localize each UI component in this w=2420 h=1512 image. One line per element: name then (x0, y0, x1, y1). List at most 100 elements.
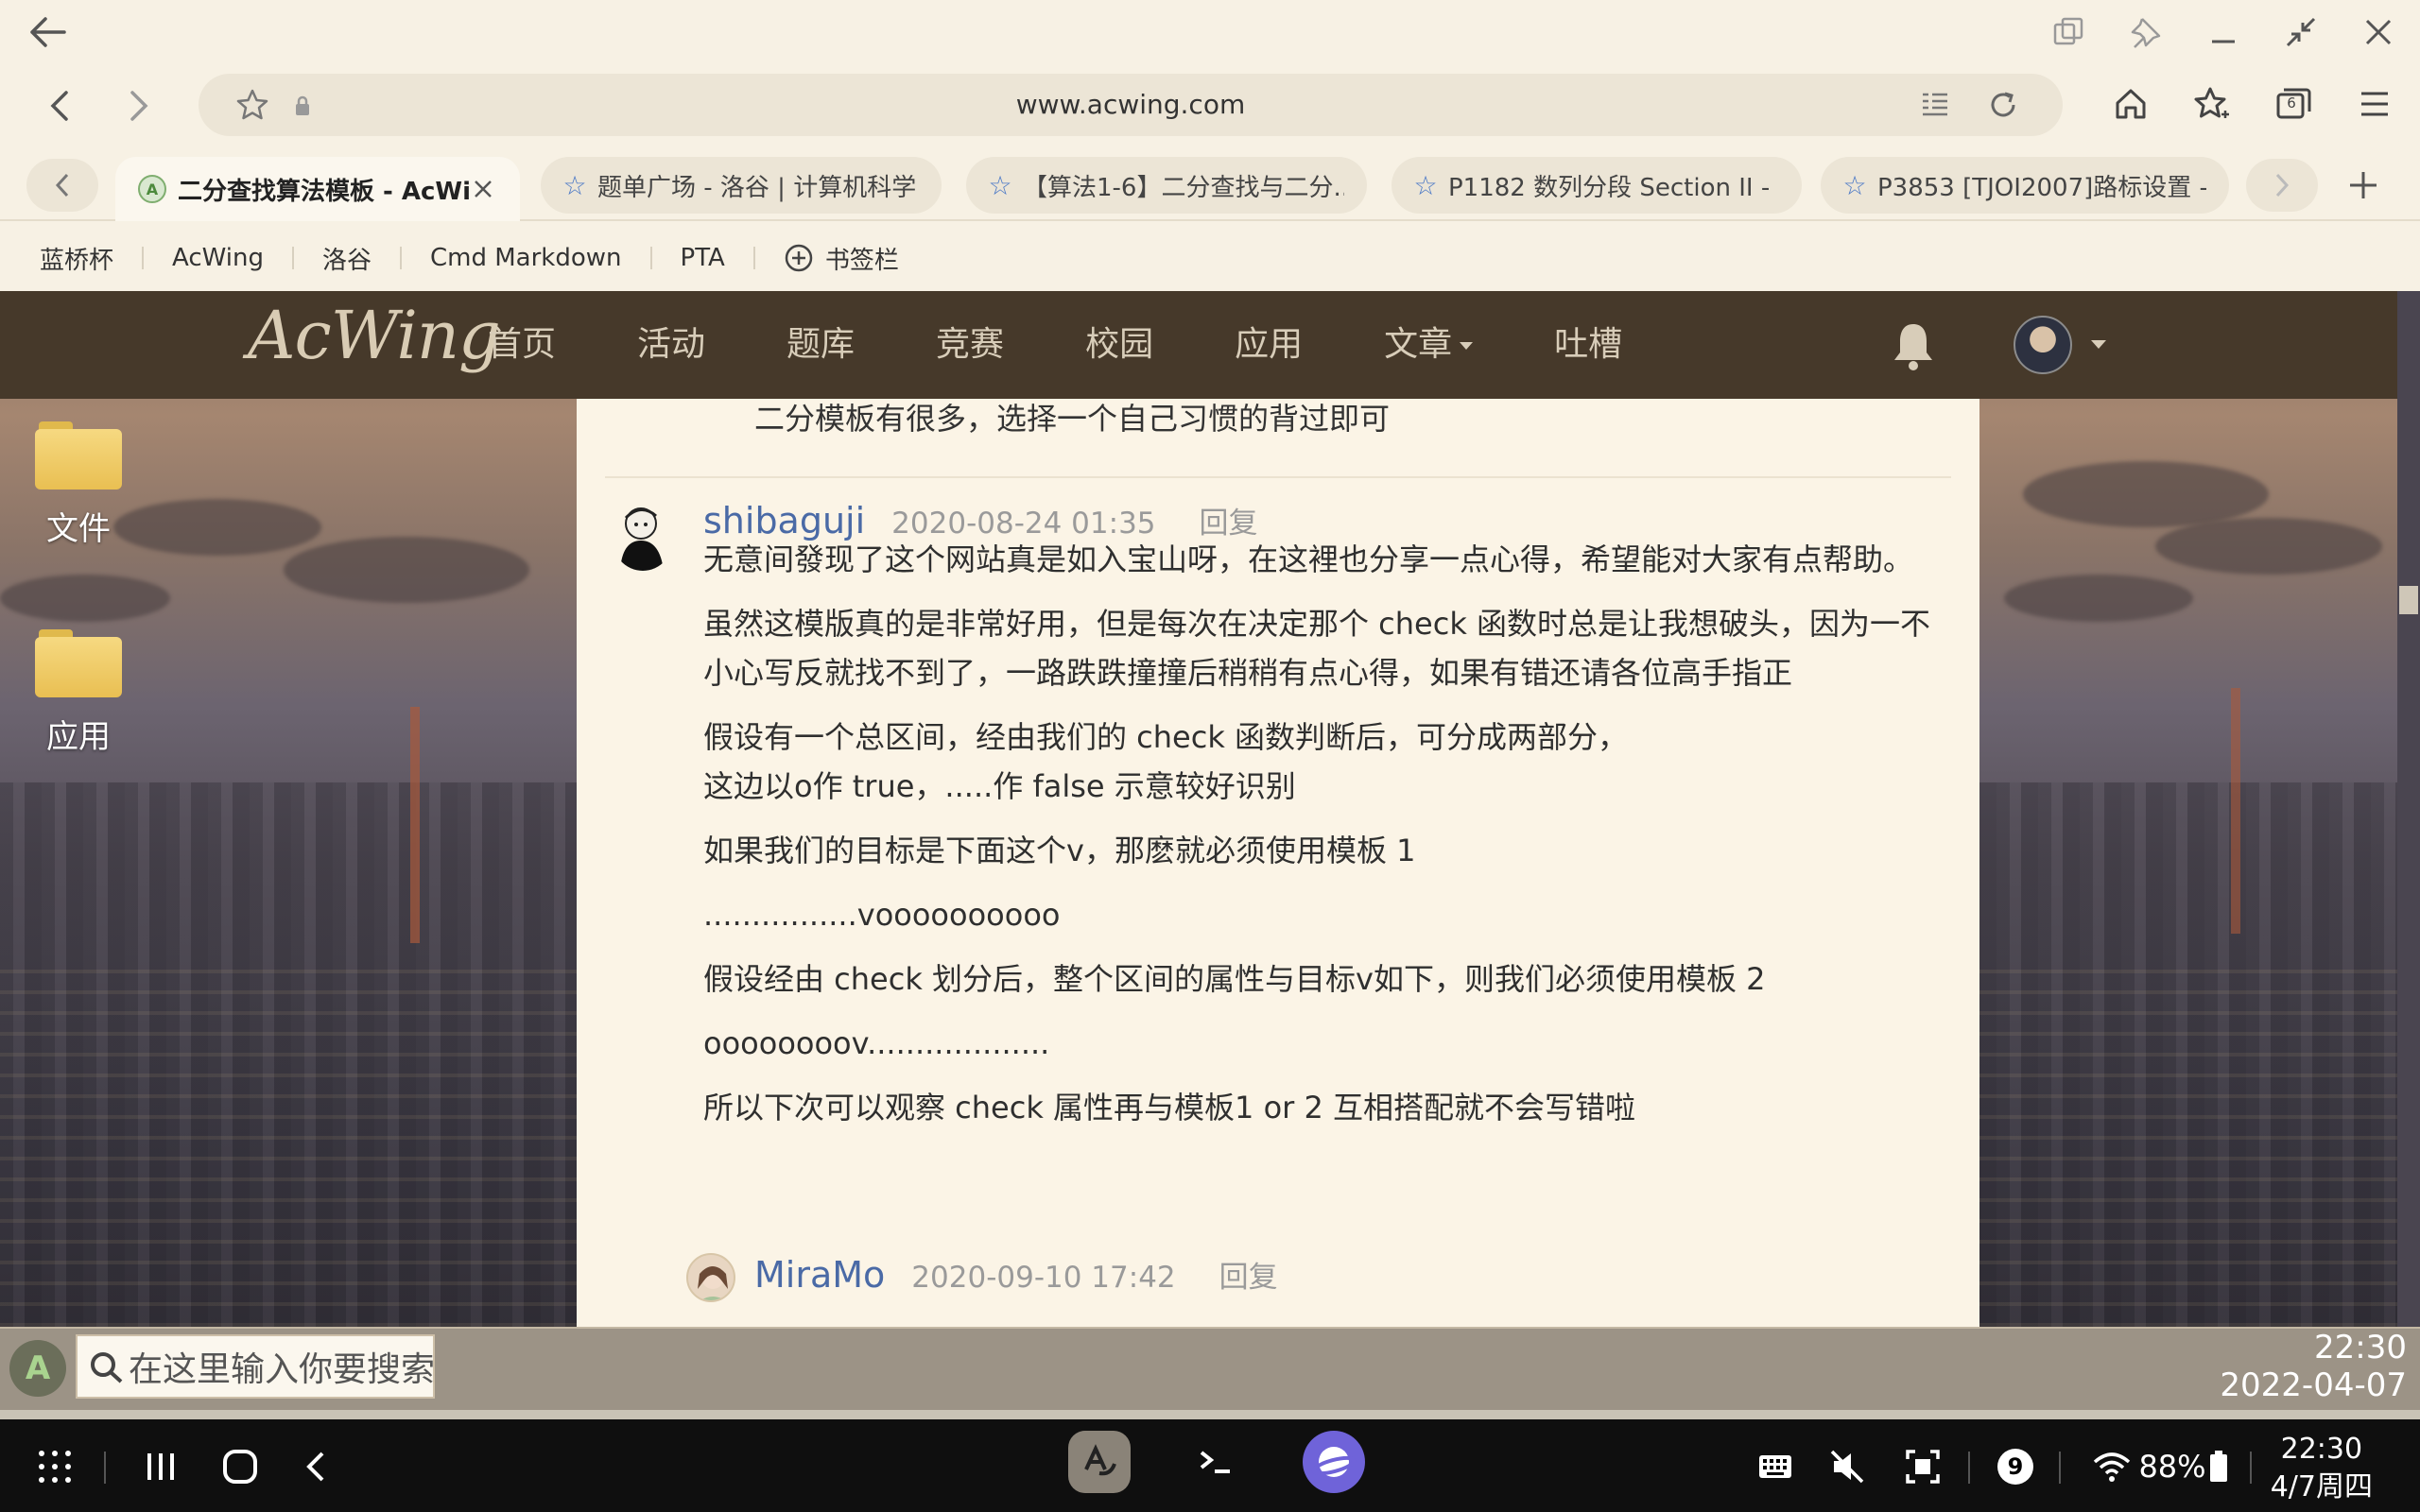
tab-scroll-right-icon[interactable] (2246, 159, 2318, 212)
system-back-icon[interactable] (289, 1440, 342, 1493)
app-drawer-icon[interactable] (28, 1440, 81, 1493)
close-tab-icon[interactable] (469, 175, 497, 203)
menu-icon[interactable] (2350, 79, 2399, 129)
back-icon[interactable] (34, 81, 83, 130)
bookmarks-icon[interactable] (2187, 79, 2237, 129)
background-cloud (2023, 461, 2269, 527)
web-page: AcWing 首页 活动 题库 竞赛 校园 应用 文章 吐槽 文件 应用 二分模… (0, 291, 2397, 1327)
bell-icon[interactable] (1887, 319, 1940, 372)
bookmark-cmd-markdown[interactable]: Cmd Markdown (430, 244, 622, 272)
reply-username[interactable]: MiraMo (754, 1254, 885, 1296)
reply-meta: MiraMo 2020-09-10 17:42 回复 (754, 1253, 1278, 1296)
new-tab-icon[interactable] (2335, 157, 2392, 214)
status-area[interactable]: 88% (2085, 1440, 2214, 1493)
comment-paragraph: 假设经由 check 划分后，整个区间的属性与目标v如下，则我们必须使用模板 2 (703, 961, 1766, 997)
restore-window-icon[interactable] (2278, 9, 2324, 55)
acwing-logo[interactable]: AcWing (248, 297, 501, 374)
bookmark-acwing[interactable]: AcWing (172, 244, 264, 272)
add-circle-icon (784, 243, 814, 273)
system-clock[interactable]: 22:30 4/7周四 (2271, 1431, 2373, 1506)
tab-luogu-p1182[interactable]: ☆ P1182 数列分段 Section II - ... (1392, 157, 1802, 214)
tab-luogu-p3853[interactable]: ☆ P3853 [TJOI2007]路标设置 - ... (1821, 157, 2229, 214)
pinned-apps (1068, 1431, 1365, 1493)
tab-luogu-algo[interactable]: ☆ 【算法1-6】二分查找与二分... (966, 157, 1367, 214)
comment-paragraph: 虽然这模版真的是非常好用，但是每次在决定那个 check 函数时总是让我想破头，… (703, 606, 1931, 691)
reader-mode-icon[interactable] (1913, 83, 1957, 127)
mute-icon[interactable] (1826, 1440, 1868, 1493)
notification-badge[interactable]: 9 (1995, 1440, 2036, 1493)
nav-problems[interactable]: 题库 (786, 291, 855, 399)
url-text[interactable]: www.acwing.com (199, 89, 2063, 120)
samsung-internet-icon[interactable] (1303, 1431, 1365, 1493)
wifi-icon (2094, 1452, 2131, 1482)
dock-bottom-strip (0, 1410, 2420, 1419)
bookmark-divider (752, 247, 755, 269)
acwing-start-icon[interactable]: A (9, 1340, 66, 1397)
address-bar-row: www.acwing.com 6 (0, 68, 2420, 144)
desktop-icon-files[interactable]: 文件 (28, 421, 129, 549)
recent-apps-icon[interactable] (134, 1440, 187, 1493)
search-icon (89, 1349, 125, 1384)
background-cloud (2155, 518, 2382, 575)
nav-home[interactable]: 首页 (488, 291, 556, 399)
tabs-icon[interactable]: 6 (2269, 79, 2318, 129)
popup-window-icon[interactable] (2046, 9, 2091, 55)
luogu-favicon-icon: ☆ (988, 169, 1012, 201)
home-button-icon[interactable] (214, 1440, 267, 1493)
tab-title: P1182 数列分段 Section II - ... (1448, 173, 1779, 202)
bookmark-pta[interactable]: PTA (681, 244, 725, 272)
title-bar (0, 0, 2420, 64)
comment-paragraph: ................voooooooooo (703, 897, 1061, 933)
dock-time: 22:30 (2314, 1329, 2407, 1366)
tab-scroll-left-icon[interactable] (26, 159, 98, 212)
keyboard-icon[interactable] (1754, 1440, 1796, 1493)
page-scrollbar-track[interactable] (2397, 291, 2420, 1327)
desktop-icon-apps[interactable]: 应用 (28, 629, 129, 757)
nav-activities[interactable]: 活动 (637, 291, 705, 399)
pinned-app-acwing-icon[interactable] (1068, 1431, 1131, 1493)
nav-campus[interactable]: 校园 (1085, 291, 1153, 399)
reply-button[interactable]: 回复 (1219, 1253, 1278, 1296)
desktop-icon-label: 应用 (46, 718, 111, 756)
forward-icon[interactable] (115, 81, 164, 130)
comment-paragraph: 无意间發现了这个网站真是如入宝山呀，在这裡也分享一点心得，希望能对大家有点帮助。 (703, 541, 1914, 577)
bookmark-luogu[interactable]: 洛谷 (322, 241, 372, 276)
bookmark-bar-label: 书签栏 (824, 246, 899, 275)
reply-avatar[interactable] (686, 1253, 735, 1302)
user-avatar[interactable] (2014, 316, 2072, 374)
screenshot-icon[interactable] (1902, 1440, 1944, 1493)
terminal-icon[interactable] (1185, 1431, 1248, 1493)
toolbar-right: 6 (2106, 79, 2399, 129)
home-icon[interactable] (2106, 79, 2155, 129)
tower (410, 707, 420, 943)
tab-acwing[interactable]: A 二分查找算法模板 - AcWi... (115, 157, 520, 221)
page-scrollbar-thumb[interactable] (2399, 586, 2418, 614)
nav-contests[interactable]: 竞赛 (936, 291, 1004, 399)
luogu-favicon-icon: ☆ (1842, 169, 1867, 201)
address-bar[interactable]: www.acwing.com (199, 74, 2063, 136)
pin-icon[interactable] (2123, 9, 2169, 55)
desktop-taskbar: A 在这里输入你要搜索的 22:30 2022-04-07 (0, 1327, 2420, 1410)
reload-icon[interactable] (1981, 83, 2025, 127)
folder-icon (35, 421, 122, 490)
browser-chrome: www.acwing.com 6 A 二分查找算法模板 - AcWi... ☆ … (0, 0, 2420, 291)
nav-articles[interactable]: 文章 (1384, 291, 1474, 399)
bookmark-lanqiao[interactable]: 蓝桥杯 (40, 241, 113, 276)
nav-apps[interactable]: 应用 (1235, 291, 1303, 399)
commenter-avatar[interactable] (611, 499, 675, 571)
nav-feedback[interactable]: 吐槽 (1554, 291, 1622, 399)
comment-section: 二分模板有很多，选择一个自己习惯的背过即可 shibaguji 2020-08-… (577, 399, 1979, 1327)
close-window-icon[interactable] (2356, 9, 2401, 55)
chevron-down-icon[interactable] (2091, 340, 2106, 349)
back-arrow-icon[interactable] (23, 9, 72, 55)
chevron-down-icon (1460, 342, 1474, 350)
minimize-icon[interactable] (2201, 9, 2246, 55)
bookmark-divider (291, 247, 294, 269)
notification-count: 9 (1997, 1449, 2033, 1485)
tab-luogu-list[interactable]: ☆ 题单广场 - 洛谷 | 计算机科学... (541, 157, 942, 214)
bookmark-bar-button[interactable]: 书签栏 (784, 241, 899, 276)
system-navigation-bar: 9 88% 22:30 4/7周四 (0, 1419, 2420, 1512)
dock-search-input[interactable]: 在这里输入你要搜索的 (76, 1334, 435, 1399)
tab-title: P3853 [TJOI2007]路标设置 - ... (1877, 173, 2206, 202)
dock-search-placeholder: 在这里输入你要搜索的 (129, 1350, 435, 1389)
